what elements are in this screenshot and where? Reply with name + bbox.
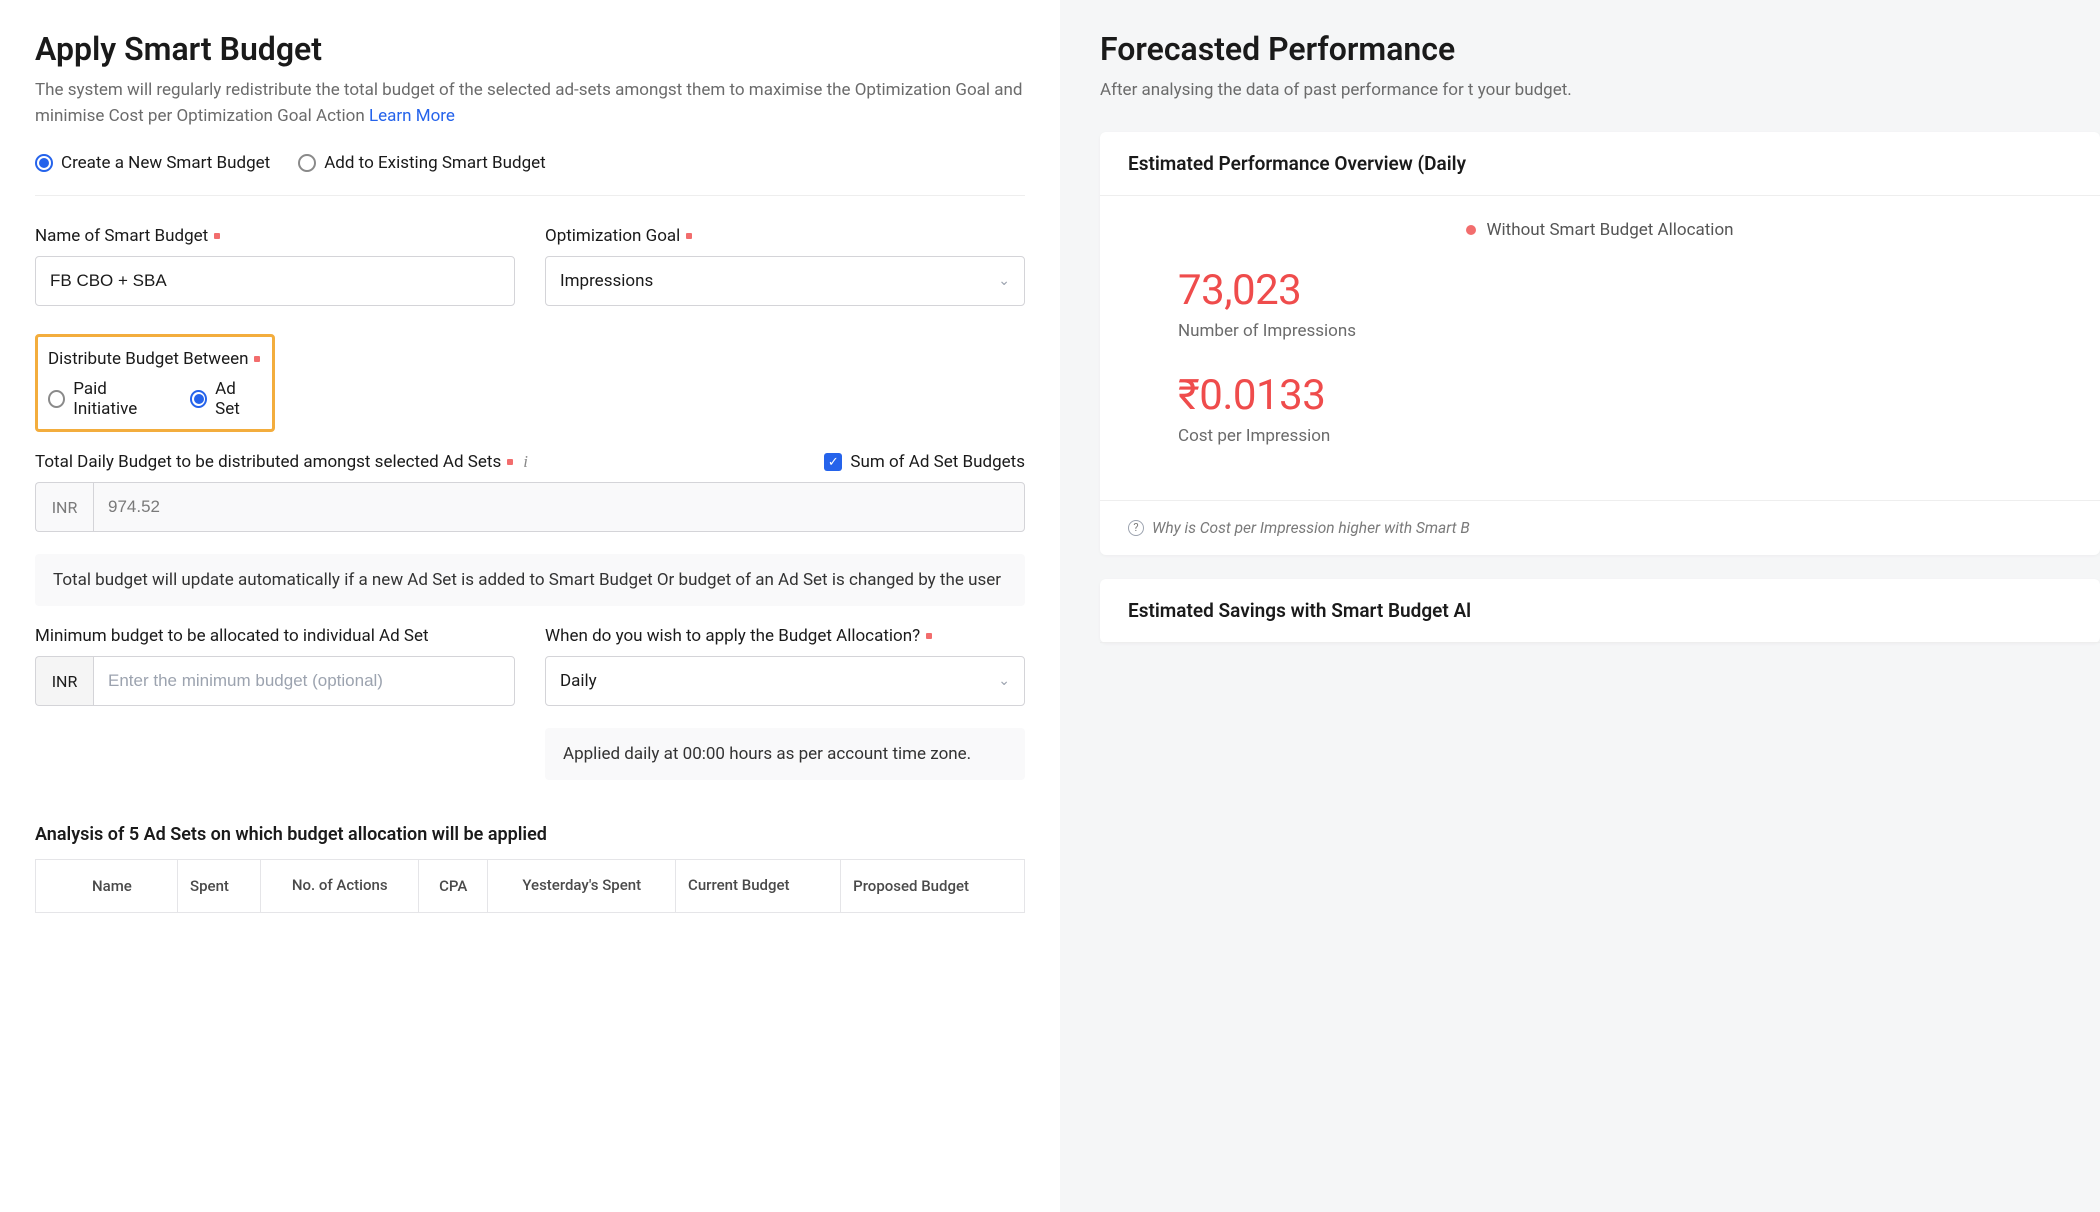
performance-card-title: Estimated Performance Overview (Daily [1100,132,2100,196]
schedule-value: Daily [560,671,597,691]
distribute-label: Distribute Budget Between [48,349,262,369]
impressions-label: Number of Impressions [1178,321,2072,341]
col-current[interactable]: Current Budget [676,860,841,913]
page-subtitle: The system will regularly redistribute t… [35,78,1025,129]
schedule-note: Applied daily at 00:00 hours as per acco… [545,728,1025,780]
apply-smart-budget-panel: Apply Smart Budget The system will regul… [0,0,1060,1212]
table-header-row: Name Spent No. of Actions CPA Yesterday'… [36,860,1025,913]
required-icon [686,233,692,239]
create-new-radio[interactable]: Create a New Smart Budget [35,153,270,173]
col-spent[interactable]: Spent [178,860,261,913]
currency-prefix: INR [35,482,93,532]
checkbox-checked-icon: ✓ [824,453,842,471]
total-budget-input[interactable] [93,482,1025,532]
goal-field: Optimization Goal Impressions ⌄ [545,226,1025,306]
col-name[interactable]: Name [36,860,178,913]
min-budget-field: Minimum budget to be allocated to indivi… [35,626,515,780]
forecasted-performance-panel: Forecasted Performance After analysing t… [1060,0,2100,1212]
col-cpa[interactable]: CPA [419,860,488,913]
sum-budgets-label: Sum of Ad Set Budgets [850,452,1025,472]
schedule-label: When do you wish to apply the Budget All… [545,626,1025,646]
radio-icon [298,154,316,172]
cost-per-impression-metric: ₹0.0133 Cost per Impression [1128,371,2072,446]
mode-radio-group: Create a New Smart Budget Add to Existin… [35,153,1025,196]
legend-dot-icon [1466,225,1476,235]
paid-initiative-label: Paid Initiative [73,379,170,419]
forecast-title: Forecasted Performance [1100,30,2100,68]
legend-label: Without Smart Budget Allocation [1486,220,1733,240]
analysis-heading: Analysis of 5 Ad Sets on which budget al… [35,824,1025,845]
radio-icon [35,154,53,172]
required-icon [214,233,220,239]
min-budget-label: Minimum budget to be allocated to indivi… [35,626,515,646]
distribute-highlight: Distribute Budget Between Paid Initiativ… [35,334,275,432]
min-budget-input-group: INR [35,656,515,706]
adset-label: Ad Set [215,379,262,419]
forecast-subtitle: After analysing the data of past perform… [1100,78,2100,104]
name-input[interactable] [35,256,515,306]
question-icon: ? [1128,520,1144,536]
learn-more-link[interactable]: Learn More [369,106,455,126]
savings-card-title: Estimated Savings with Smart Budget Al [1100,579,2100,643]
impressions-value: 73,023 [1178,266,2072,315]
why-text: Why is Cost per Impression higher with S… [1152,519,1470,537]
total-budget-input-group: INR [35,482,1025,532]
required-icon [926,633,932,639]
page-subtitle-text: The system will regularly redistribute t… [35,80,1022,126]
impressions-metric: 73,023 Number of Impressions [1128,266,2072,341]
currency-prefix: INR [35,656,93,706]
radio-icon [190,390,207,408]
required-icon [507,459,513,465]
col-proposed[interactable]: Proposed Budget [841,860,1025,913]
add-existing-radio[interactable]: Add to Existing Smart Budget [298,153,546,173]
distribute-field-wrapper: Distribute Budget Between Paid Initiativ… [35,326,1025,432]
estimated-savings-card: Estimated Savings with Smart Budget Al [1100,579,2100,643]
why-higher-link[interactable]: ? Why is Cost per Impression higher with… [1100,500,2100,555]
name-label: Name of Smart Budget [35,226,515,246]
paid-initiative-radio[interactable]: Paid Initiative [48,379,170,419]
cpi-value: ₹0.0133 [1178,371,2072,420]
schedule-field: When do you wish to apply the Budget All… [545,626,1025,780]
col-actions[interactable]: No. of Actions [261,860,419,913]
analysis-table: Name Spent No. of Actions CPA Yesterday'… [35,859,1025,913]
chevron-down-icon: ⌄ [998,673,1010,689]
schedule-select[interactable]: Daily ⌄ [545,656,1025,706]
radio-icon [48,390,65,408]
name-field: Name of Smart Budget [35,226,515,306]
performance-overview-card: Estimated Performance Overview (Daily Wi… [1100,132,2100,555]
add-existing-label: Add to Existing Smart Budget [324,153,546,173]
total-budget-field: Total Daily Budget to be distributed amo… [35,452,1025,606]
page-title: Apply Smart Budget [35,30,1025,68]
total-budget-label: Total Daily Budget to be distributed amo… [35,452,528,472]
total-budget-note: Total budget will update automatically i… [35,554,1025,606]
create-new-label: Create a New Smart Budget [61,153,270,173]
adset-radio[interactable]: Ad Set [190,379,262,419]
cpi-label: Cost per Impression [1178,426,2072,446]
min-budget-input[interactable] [93,656,515,706]
info-icon[interactable]: i [523,452,528,472]
sum-budgets-checkbox[interactable]: ✓ Sum of Ad Set Budgets [824,452,1025,472]
goal-label: Optimization Goal [545,226,1025,246]
required-icon [254,356,260,362]
col-yesterday[interactable]: Yesterday's Spent [488,860,676,913]
legend-without-sba: Without Smart Budget Allocation [1128,220,2072,240]
goal-value: Impressions [560,271,653,291]
chevron-down-icon: ⌄ [998,273,1010,289]
goal-select[interactable]: Impressions ⌄ [545,256,1025,306]
